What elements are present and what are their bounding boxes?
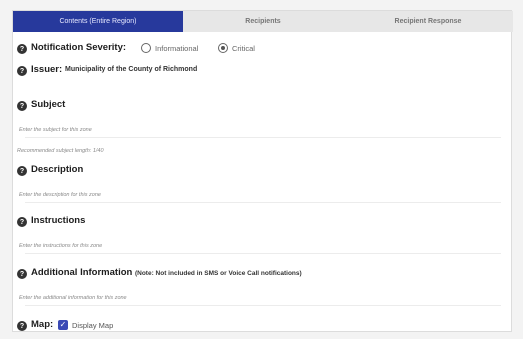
- additional-info-label: Additional Information (Note: Not includ…: [31, 267, 302, 278]
- help-icon[interactable]: ?: [17, 217, 27, 227]
- additional-info-note: (Note: Not included in SMS or Voice Call…: [134, 270, 302, 277]
- instructions-input[interactable]: Enter the instructions for this zone: [19, 243, 102, 249]
- description-input[interactable]: Enter the description for this zone: [19, 192, 101, 198]
- help-icon[interactable]: ?: [17, 101, 27, 111]
- tab-contents[interactable]: Contents (Entire Region): [13, 11, 183, 32]
- critical-radio[interactable]: [218, 43, 228, 53]
- issuer-value: Municipality of the County of Richmond: [65, 66, 198, 73]
- tab-recipient-response[interactable]: Recipient Response: [343, 11, 513, 32]
- instructions-label: Instructions: [31, 215, 86, 226]
- help-icon[interactable]: ?: [17, 44, 27, 54]
- tab-bar: Contents (Entire Region) Recipients Reci…: [13, 11, 513, 32]
- informational-option-label[interactable]: Informational: [155, 44, 198, 53]
- additional-info-title: Additional Information: [31, 267, 133, 278]
- description-input-underline: [25, 202, 501, 203]
- map-label: Map:: [31, 319, 54, 330]
- help-icon[interactable]: ?: [17, 66, 27, 76]
- severity-label: Notification Severity:: [31, 42, 127, 53]
- help-icon[interactable]: ?: [17, 166, 27, 176]
- issuer-label: Issuer:: [31, 64, 63, 75]
- subject-label: Subject: [31, 99, 66, 110]
- display-map-checkbox[interactable]: ✓: [58, 320, 68, 330]
- description-label: Description: [31, 164, 84, 175]
- additional-info-input[interactable]: Enter the additional information for thi…: [19, 295, 127, 301]
- display-map-label[interactable]: Display Map: [72, 321, 113, 330]
- additional-info-input-underline: [25, 305, 501, 306]
- help-icon[interactable]: ?: [17, 269, 27, 279]
- help-icon[interactable]: ?: [17, 321, 27, 331]
- informational-radio[interactable]: [141, 43, 151, 53]
- notification-editor-panel: Contents (Entire Region) Recipients Reci…: [12, 10, 513, 332]
- critical-option-label[interactable]: Critical: [232, 44, 255, 53]
- subject-length-hint: Recommended subject length: 1/40: [17, 148, 104, 154]
- subject-input-underline: [25, 137, 501, 138]
- tab-recipients[interactable]: Recipients: [183, 11, 343, 32]
- subject-input[interactable]: Enter the subject for this zone: [19, 127, 92, 133]
- instructions-input-underline: [25, 253, 501, 254]
